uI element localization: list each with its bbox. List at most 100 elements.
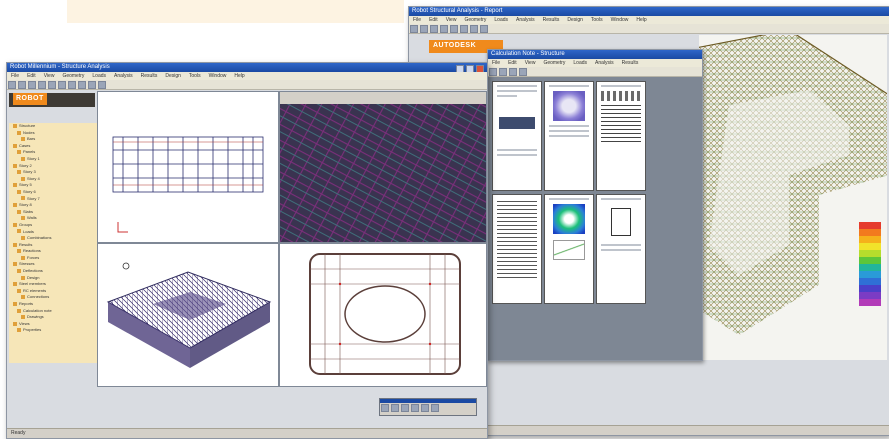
front-menu-loads[interactable]: Loads: [92, 73, 106, 79]
pan-icon[interactable]: [78, 81, 86, 89]
back-menu-help[interactable]: Help: [636, 17, 646, 23]
tree-item[interactable]: Reports: [13, 301, 97, 308]
tree-item[interactable]: Design: [13, 275, 97, 282]
tree-item[interactable]: Deflections: [13, 268, 97, 275]
tree-item[interactable]: Cases: [13, 143, 97, 150]
report-page-2[interactable]: [544, 81, 594, 191]
report-menu-view[interactable]: View: [525, 60, 536, 66]
front-menu-geometry[interactable]: Geometry: [62, 73, 84, 79]
zoom-out-icon[interactable]: [519, 68, 527, 76]
tree-item[interactable]: Forces: [13, 255, 97, 262]
back-menu-analysis[interactable]: Analysis: [516, 17, 535, 23]
copy-icon[interactable]: [48, 81, 56, 89]
model-tree-panel[interactable]: Structure Nodes Bars Cases Panels Story 1 Stor…: [9, 123, 98, 363]
viewport-plan[interactable]: [279, 243, 487, 387]
open-icon[interactable]: [420, 25, 428, 33]
front-menu-tools[interactable]: Tools: [189, 73, 201, 79]
open-file-icon[interactable]: [18, 81, 26, 89]
front-menu-help[interactable]: Help: [234, 73, 244, 79]
viewport-elevation[interactable]: [97, 91, 279, 243]
tree-item[interactable]: Bars: [13, 136, 97, 143]
tree-item[interactable]: Slabs: [13, 209, 97, 216]
tree-item[interactable]: Loads: [13, 229, 97, 236]
report-page-6[interactable]: [596, 194, 646, 304]
tree-item[interactable]: Story 3: [13, 169, 97, 176]
report-page-3[interactable]: [596, 81, 646, 191]
close-icon[interactable]: [476, 65, 484, 72]
report-menu-loads[interactable]: Loads: [573, 60, 587, 66]
tree-item[interactable]: Stresses: [13, 261, 97, 268]
front-menu-file[interactable]: File: [11, 73, 19, 79]
report-page-5[interactable]: [544, 194, 594, 304]
report-menu-analysis[interactable]: Analysis: [595, 60, 614, 66]
print-icon[interactable]: [440, 25, 448, 33]
zoom-in-icon[interactable]: [509, 68, 517, 76]
back-menu-tools[interactable]: Tools: [591, 17, 603, 23]
back-menu-view[interactable]: View: [446, 17, 457, 23]
report-menu-results[interactable]: Results: [622, 60, 639, 66]
report-menu-edit[interactable]: Edit: [508, 60, 517, 66]
tree-item[interactable]: Story 6: [13, 189, 97, 196]
tree-item[interactable]: Properties: [13, 327, 97, 334]
tree-item[interactable]: Steel members: [13, 281, 97, 288]
back-menu-results[interactable]: Results: [543, 17, 560, 23]
save-file-icon[interactable]: [28, 81, 36, 89]
tool-d-icon[interactable]: [411, 404, 419, 412]
tool-f-icon[interactable]: [431, 404, 439, 412]
view-3d-icon[interactable]: [98, 81, 106, 89]
viewport-perspective-detail[interactable]: [279, 91, 487, 243]
report-menu-file[interactable]: File: [492, 60, 500, 66]
tree-item[interactable]: Story 4: [13, 176, 97, 183]
tool-a-icon[interactable]: [381, 404, 389, 412]
tree-item[interactable]: Walls: [13, 215, 97, 222]
tree-item[interactable]: RC elements: [13, 288, 97, 295]
tree-item[interactable]: Groups: [13, 222, 97, 229]
print-preview-icon[interactable]: [489, 68, 497, 76]
tree-item[interactable]: Results: [13, 242, 97, 249]
new-icon[interactable]: [410, 25, 418, 33]
back-menu-edit[interactable]: Edit: [429, 17, 438, 23]
zoom-icon[interactable]: [470, 25, 478, 33]
cut-icon[interactable]: [38, 81, 46, 89]
tool-c-icon[interactable]: [401, 404, 409, 412]
zoom-window-icon[interactable]: [88, 81, 96, 89]
maximize-icon[interactable]: [466, 65, 474, 72]
tree-item[interactable]: Reactions: [13, 248, 97, 255]
back-menu-design[interactable]: Design: [567, 17, 583, 23]
new-file-icon[interactable]: [8, 81, 16, 89]
rotate-icon[interactable]: [480, 25, 488, 33]
front-menu-view[interactable]: View: [44, 73, 55, 79]
front-menu-window[interactable]: Window: [209, 73, 227, 79]
tree-item[interactable]: Panels: [13, 149, 97, 156]
undo-icon[interactable]: [450, 25, 458, 33]
back-menu-file[interactable]: File: [413, 17, 421, 23]
tree-item[interactable]: Story 1: [13, 156, 97, 163]
tree-item[interactable]: Structure: [13, 123, 97, 130]
minimize-icon[interactable]: [456, 65, 464, 72]
floating-toolbar[interactable]: [379, 398, 477, 416]
tool-b-icon[interactable]: [391, 404, 399, 412]
tree-item[interactable]: Story 5: [13, 182, 97, 189]
back-3d-model-view[interactable]: [699, 35, 887, 360]
tree-item[interactable]: Drawings: [13, 314, 97, 321]
tree-item[interactable]: Connections: [13, 294, 97, 301]
tree-item[interactable]: Story 8: [13, 202, 97, 209]
tree-item[interactable]: Story 2: [13, 163, 97, 170]
viewport-3d-isometric[interactable]: [97, 243, 279, 387]
back-menu-window[interactable]: Window: [611, 17, 629, 23]
page-icon[interactable]: [499, 68, 507, 76]
front-menu-design[interactable]: Design: [165, 73, 181, 79]
front-menu-results[interactable]: Results: [141, 73, 158, 79]
front-menu-edit[interactable]: Edit: [27, 73, 36, 79]
tree-item[interactable]: Combinations: [13, 235, 97, 242]
tree-item[interactable]: Calculation note: [13, 308, 97, 315]
select-icon[interactable]: [68, 81, 76, 89]
tree-item[interactable]: Views: [13, 321, 97, 328]
redo-icon[interactable]: [460, 25, 468, 33]
paste-icon[interactable]: [58, 81, 66, 89]
tree-item[interactable]: Nodes: [13, 130, 97, 137]
tree-item[interactable]: Story 7: [13, 196, 97, 203]
report-menu-geometry[interactable]: Geometry: [543, 60, 565, 66]
back-menu-geometry[interactable]: Geometry: [464, 17, 486, 23]
report-page-4[interactable]: [492, 194, 542, 304]
